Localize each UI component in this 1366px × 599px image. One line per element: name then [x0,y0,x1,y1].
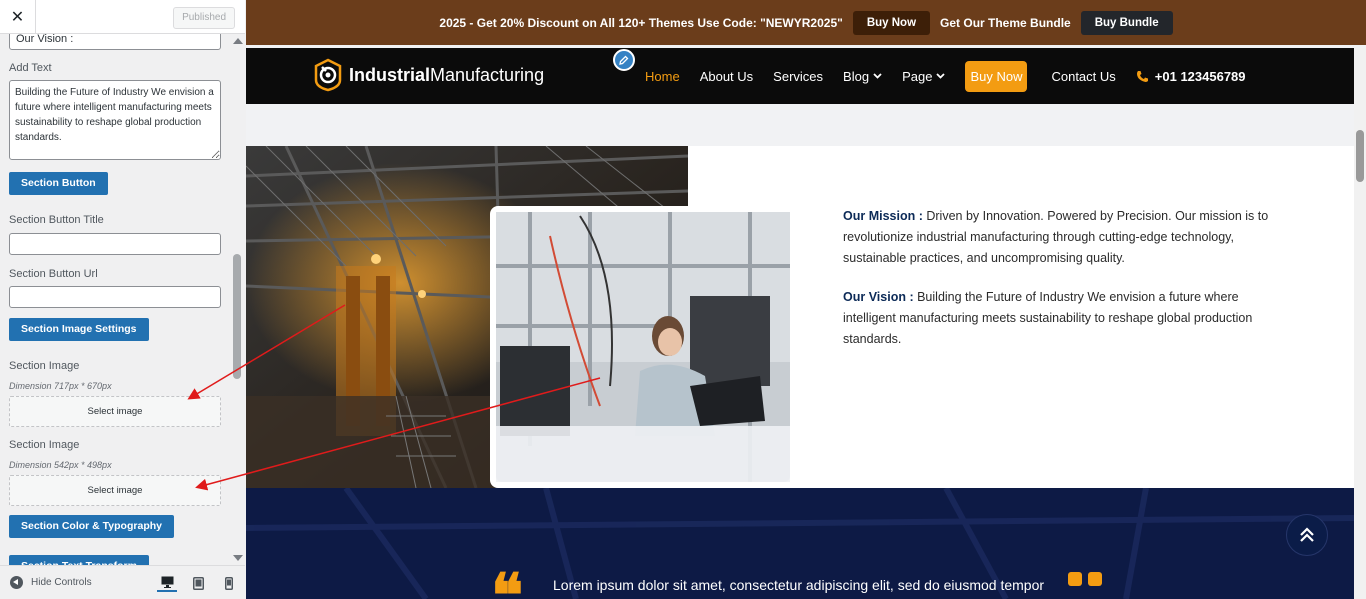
section-button-url-label: Section Button Url [9,268,98,280]
promo-buy-bundle-button[interactable]: Buy Bundle [1080,10,1173,35]
site-logo[interactable]: Industrial Manufacturing [313,58,544,92]
mobile-icon [225,576,233,590]
nav-about[interactable]: About Us [700,69,753,84]
scroll-up-icon[interactable] [233,38,243,44]
logo-text-light: Manufacturing [430,64,545,85]
site-preview: 2025 - Get 20% Discount on All 120+ Them… [246,0,1366,599]
scrollbar-thumb[interactable] [233,254,241,379]
nav-page[interactable]: Page [902,68,946,84]
section-button-url-input[interactable] [9,286,221,308]
quote-open-icon: ❝ [491,561,524,599]
promo-bar: 2025 - Get 20% Discount on All 120+ Them… [246,0,1366,45]
hide-controls-button[interactable]: Hide Controls [10,576,92,589]
desktop-preview-button[interactable] [157,574,177,592]
section-image-2-label: Section Image [9,439,80,451]
collapse-icon [10,576,23,589]
section-image-2-dimension: Dimension 542px * 498px [9,460,112,470]
gear-hand-logo-icon [314,58,342,92]
promo-buy-now-button[interactable]: Buy Now [852,10,931,35]
customizer-controls: Our Vision : Add Text Building the Futur… [0,34,230,565]
testimonial-text: Lorem ipsum dolor sit amet, consectetur … [553,577,1045,593]
double-chevron-up-icon [1300,527,1314,542]
mobile-preview-button[interactable] [219,574,239,592]
mission-label: Our Mission : [843,209,923,223]
section-button-toggle[interactable]: Section Button [9,172,108,195]
about-text: Our Mission : Driven by Innovation. Powe… [843,206,1273,368]
mission-paragraph: Our Mission : Driven by Innovation. Powe… [843,206,1273,269]
vision-paragraph: Our Vision : Building the Future of Indu… [843,287,1273,350]
nav-contact[interactable]: Contact Us [1051,69,1115,84]
header-phone[interactable]: +01 123456789 [1136,69,1246,84]
desktop-icon [161,576,173,588]
vision-title-input[interactable]: Our Vision : [9,34,221,50]
close-customizer-button[interactable]: ✕ [0,0,36,34]
about-section: Our Mission : Driven by Innovation. Powe… [246,146,1354,488]
add-text-label: Add Text [9,62,52,74]
logo-text-bold: Industrial [349,64,431,85]
section-image-1-dimension: Dimension 717px * 670px [9,381,112,391]
quote-close-icon [1068,572,1102,586]
tablet-preview-button[interactable] [188,574,208,592]
testimonial-section: ❝ Lorem ipsum dolor sit amet, consectetu… [246,488,1354,599]
nav-blog[interactable]: Blog [843,69,882,84]
add-text-textarea[interactable]: Building the Future of Industry We envis… [9,80,221,160]
section-image-settings-toggle[interactable]: Section Image Settings [9,318,149,341]
engineer-at-laptop-image [490,206,790,488]
phone-icon [1136,70,1148,82]
chevron-down-icon [936,73,946,79]
scroll-to-top-button[interactable] [1286,514,1328,556]
scroll-down-icon[interactable] [233,555,243,561]
section-button-title-input[interactable] [9,233,221,255]
tablet-icon [192,576,204,590]
close-icon: ✕ [10,9,25,26]
nav-blog-label: Blog [843,68,870,84]
header-buy-now-button[interactable]: Buy Now [965,60,1028,92]
preview-scrollbar[interactable] [1354,48,1366,599]
vision-label: Our Vision : [843,290,914,304]
edit-shortcut-button[interactable] [613,49,635,71]
hide-controls-label: Hide Controls [31,577,92,588]
preview-scrollbar-thumb[interactable] [1356,130,1364,182]
published-button[interactable]: Published [173,7,235,29]
section-color-typography-toggle[interactable]: Section Color & Typography [9,515,174,538]
select-image-1-button[interactable]: Select image [9,396,221,427]
header-phone-number: +01 123456789 [1154,68,1246,84]
section-text-transform-toggle[interactable]: Section Text Transform [9,555,149,565]
nav-services[interactable]: Services [773,69,823,84]
customizer-header: ✕ Published [0,0,245,34]
site-header: Industrial Manufacturing Home About Us Se… [246,48,1354,104]
chevron-down-icon [873,73,882,79]
nav-home[interactable]: Home [645,69,680,84]
nav-page-label: Page [902,68,933,84]
promo-text: 2025 - Get 20% Discount on All 120+ Them… [439,15,843,30]
customizer-panel: ✕ Published Our Vision : Add Text Buildi… [0,0,245,599]
customizer-scrollbar[interactable] [230,34,245,565]
promo-bundle-text: Get Our Theme Bundle [940,15,1071,30]
customizer-footer: Hide Controls [0,565,245,599]
main-nav: Home About Us Services Blog Page Buy Now… [645,48,1246,104]
section-image-1-label: Section Image [9,360,80,372]
select-image-2-button[interactable]: Select image [9,475,221,506]
pencil-icon [619,55,629,65]
section-button-title-label: Section Button Title [9,214,104,226]
